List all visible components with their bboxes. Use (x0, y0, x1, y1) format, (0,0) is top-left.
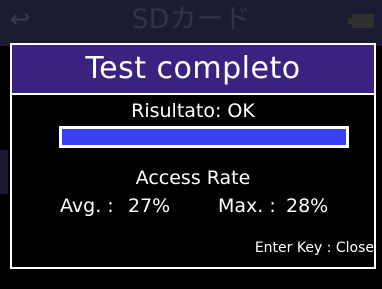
progress-bar-fill (62, 129, 346, 145)
test-complete-dialog: Test completo Risultato: OK Access Rate … (10, 43, 376, 269)
background-title: SDカード (131, 4, 251, 35)
max-label: Max. : (218, 195, 276, 217)
result-text: Risultato: OK (131, 100, 255, 122)
background-sidebar-highlight (0, 150, 8, 194)
background-title-bar: ↩ SDカード (0, 0, 382, 46)
dialog-title: Test completo (85, 51, 301, 86)
dialog-header: Test completo (12, 45, 374, 95)
avg-value: 27% (128, 195, 171, 217)
access-rate-label: Access Rate (135, 167, 251, 189)
max-value: 28% (286, 195, 329, 217)
access-rate-values: Avg. : 27% Max. : 28% (60, 193, 328, 219)
close-hint[interactable]: Enter Key : Close (255, 238, 374, 258)
progress-bar (59, 126, 349, 148)
avg-label: Avg. : (60, 195, 114, 217)
battery-icon (348, 14, 374, 28)
